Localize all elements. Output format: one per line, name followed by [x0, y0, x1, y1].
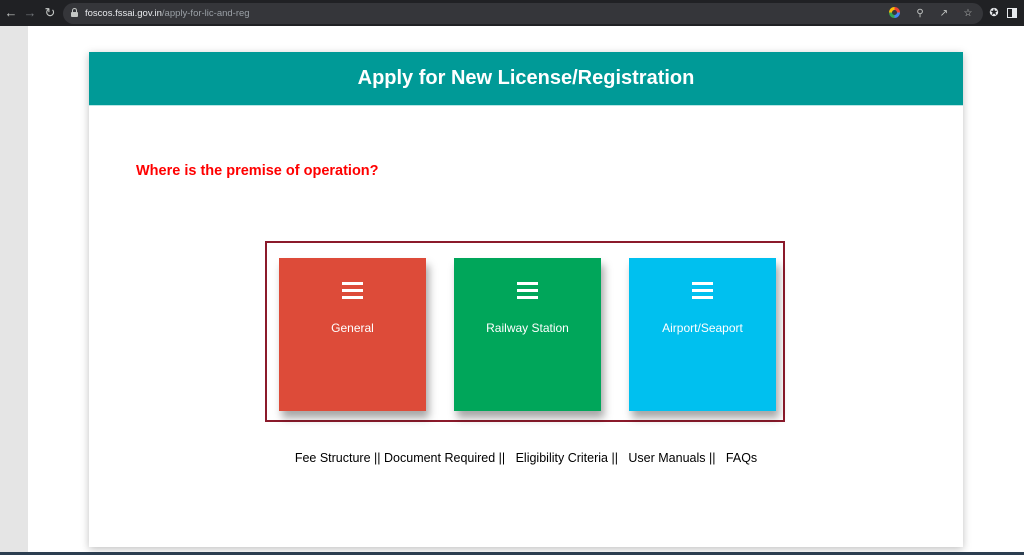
url-path: /apply-for-lic-and-reg: [161, 8, 250, 19]
menu-icon: [692, 282, 713, 299]
card-header: Apply for New License/Registration: [89, 52, 963, 106]
zoom-icon[interactable]: ⚲: [913, 7, 927, 21]
url-host: foscos.fssai.gov.in: [85, 8, 162, 19]
info-links: Fee Structure || Document Required || El…: [89, 451, 963, 465]
separator: ||: [498, 451, 506, 465]
separator: ||: [374, 451, 381, 465]
apply-license-card: Apply for New License/Registration Where…: [89, 52, 963, 547]
bookmark-star-icon[interactable]: ☆: [961, 7, 975, 21]
option-airport-seaport[interactable]: Airport/Seaport: [629, 258, 776, 411]
link-user-manuals[interactable]: User Manuals: [628, 451, 705, 465]
link-document-required[interactable]: Document Required: [384, 451, 495, 465]
url-text[interactable]: foscos.fssai.gov.in/apply-for-lic-and-re…: [85, 7, 250, 20]
separator: ||: [611, 451, 618, 465]
lock-icon[interactable]: [71, 8, 78, 17]
back-arrow-icon[interactable]: ←: [2, 4, 20, 22]
option-label: General: [331, 321, 374, 335]
address-bar[interactable]: foscos.fssai.gov.in/apply-for-lic-and-re…: [63, 3, 983, 24]
premise-question: Where is the premise of operation?: [136, 163, 379, 179]
menu-icon: [517, 282, 538, 299]
left-gutter: [0, 26, 28, 555]
option-general[interactable]: General: [279, 258, 426, 411]
google-icon[interactable]: [889, 6, 903, 21]
browser-toolbar: ← → ↻ foscos.fssai.gov.in/apply-for-lic-…: [0, 0, 1024, 26]
premise-options: General Railway Station Airport/Seaport: [265, 241, 785, 422]
link-eligibility-criteria[interactable]: Eligibility Criteria: [516, 451, 608, 465]
reload-icon[interactable]: ↻: [41, 4, 59, 22]
menu-icon: [342, 282, 363, 299]
extensions-icon[interactable]: ✪: [987, 6, 1001, 20]
separator: ||: [709, 451, 716, 465]
link-faqs[interactable]: FAQs: [726, 451, 757, 465]
share-icon[interactable]: ↗: [937, 7, 951, 21]
option-railway-station[interactable]: Railway Station: [454, 258, 601, 411]
option-label: Airport/Seaport: [662, 321, 743, 335]
forward-arrow-icon[interactable]: →: [21, 4, 39, 22]
side-panel-icon[interactable]: [1007, 8, 1017, 18]
option-label: Railway Station: [486, 321, 569, 335]
link-fee-structure[interactable]: Fee Structure: [295, 451, 371, 465]
page-title: Apply for New License/Registration: [357, 67, 695, 89]
